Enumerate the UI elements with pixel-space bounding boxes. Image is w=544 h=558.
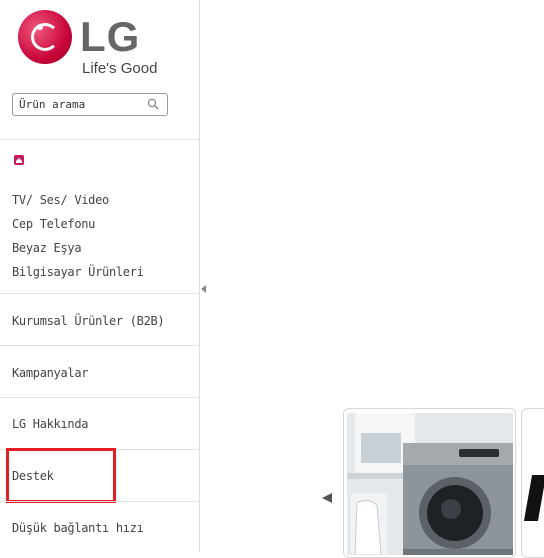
support-highlight-box [6,448,116,503]
product-image-partial [523,475,544,521]
logo-tagline: Life's Good [82,60,158,77]
nav-item-low-bandwidth[interactable]: Düşük bağlantı hızı [12,521,144,535]
search-icon[interactable] [147,98,159,110]
category-item-computers[interactable]: Bilgisayar Ürünleri [12,260,144,284]
category-item-tv[interactable]: TV/ Ses/ Video [12,188,144,212]
nav-item-campaigns[interactable]: Kampanyalar [12,366,88,380]
divider [0,501,199,502]
divider [0,139,199,140]
category-list: TV/ Ses/ Video Cep Telefonu Beyaz Eşya B… [12,188,144,284]
collapse-arrow-icon[interactable] [201,285,206,293]
arrow-left-icon[interactable] [322,493,332,503]
logo-brand: LG [80,13,141,60]
divider [0,397,199,398]
home-icon[interactable] [14,155,24,165]
category-item-phone[interactable]: Cep Telefonu [12,212,144,236]
category-item-appliances[interactable]: Beyaz Eşya [12,236,144,260]
lg-logo[interactable]: LG Life's Good [18,10,178,80]
sidebar: LG Life's Good TV/ Ses/ Video Cep Telefo… [0,0,200,552]
washing-machine-illustration [347,413,513,555]
divider [0,293,199,294]
search-box[interactable] [12,93,168,116]
divider [0,345,199,346]
nav-item-b2b[interactable]: Kurumsal Ürünler (B2B) [12,314,165,328]
nav-item-about[interactable]: LG Hakkında [12,417,88,431]
search-input[interactable] [19,96,139,113]
washing-machine-image [347,413,513,555]
product-card-washer[interactable] [343,408,516,558]
lg-logo-mark-icon [18,10,72,64]
product-card-next[interactable] [521,408,544,558]
